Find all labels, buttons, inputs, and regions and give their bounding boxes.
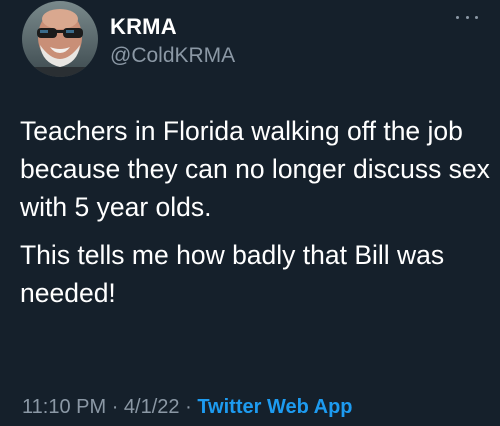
more-options-icon[interactable] xyxy=(456,12,478,22)
tweet-paragraph: This tells me how badly that Bill was ne… xyxy=(20,240,445,308)
more-dot xyxy=(465,15,469,19)
tweet-card: KRMA @ColdKRMA Teachers in Florida walki… xyxy=(0,0,500,426)
meta-separator: · xyxy=(111,396,119,418)
tweet-paragraph: Teachers in Florida walking off the job … xyxy=(20,116,490,222)
avatar-image xyxy=(22,1,98,77)
more-dot xyxy=(456,15,459,19)
author-display-name[interactable]: KRMA xyxy=(110,14,177,40)
author-handle[interactable]: @ColdKRMA xyxy=(110,44,235,68)
tweet-text: Teachers in Florida walking off the job … xyxy=(20,112,490,322)
tweet-time[interactable]: 11:10 PM xyxy=(22,396,106,418)
tweet-source-app[interactable]: Twitter Web App xyxy=(197,396,352,418)
tweet-date[interactable]: 4/1/22 xyxy=(124,396,180,418)
more-dot xyxy=(475,15,478,19)
meta-separator: · xyxy=(185,396,192,418)
avatar[interactable] xyxy=(22,1,98,77)
tweet-metadata: 11:10 PM · 4/1/22 · Twitter Web App xyxy=(22,396,353,419)
